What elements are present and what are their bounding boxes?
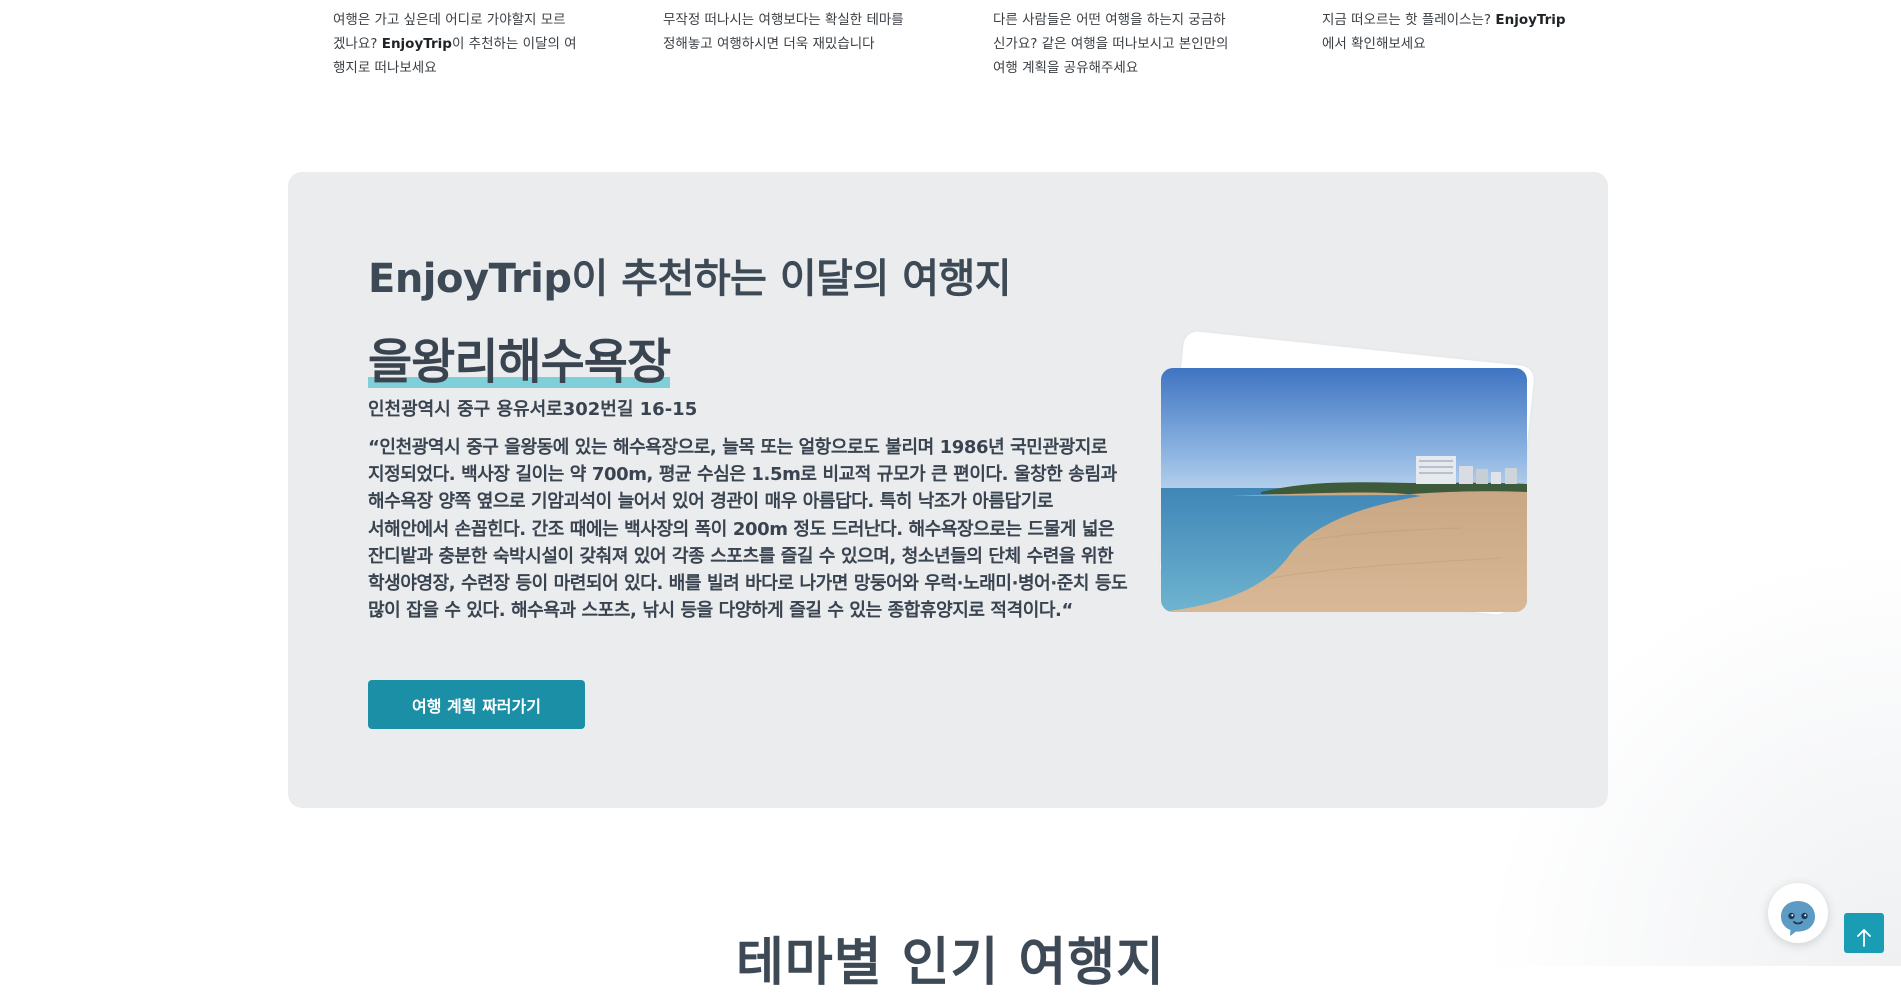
beach-photo bbox=[1161, 368, 1527, 612]
feature-text: 에서 확인해보세요 bbox=[1322, 36, 1426, 52]
make-travel-plan-button[interactable]: 여행 계획 짜러가기 bbox=[368, 680, 585, 729]
feature-text-hotplace: 지금 떠오르는 핫 플레이스는? EnjoyTrip 에서 확인해보세요 bbox=[1322, 8, 1567, 56]
place-address: 인천광역시 중구 용유서로302번길 16-15 bbox=[368, 399, 698, 420]
place-name: 을왕리해수욕장 bbox=[368, 322, 671, 392]
monthly-recommendation-card: EnjoyTrip이 추천하는 이달의 여행지 을왕리해수욕장 인천광역시 중구… bbox=[288, 172, 1608, 808]
feature-text: 다른 사람들은 어떤 여행을 하는지 궁금하신가요? 같은 여행을 떠나보시고 … bbox=[993, 12, 1229, 76]
chatbot-button[interactable] bbox=[1768, 883, 1828, 943]
scroll-to-top-button[interactable] bbox=[1844, 913, 1884, 953]
feature-text: 지금 떠오르는 핫 플레이스는? bbox=[1322, 12, 1496, 28]
place-description: “인천광역시 중구 을왕동에 있는 해수욕장으로, 늘목 또는 얼항으로도 불리… bbox=[368, 437, 1128, 622]
recommendation-heading: EnjoyTrip이 추천하는 이달의 여행지 bbox=[368, 256, 1012, 302]
theme-popular-section-title: 테마별 인기 여행지 bbox=[736, 933, 1165, 993]
feature-text-recommend: 여행은 가고 싶은데 어디로 가야할지 모르겠나요? EnjoyTrip이 추천… bbox=[333, 8, 578, 80]
feature-text: 무작정 떠나시는 여행보다는 확실한 테마를 정해놓고 여행하시면 더욱 재밌습… bbox=[663, 12, 904, 52]
place-name-wrapper: 을왕리해수욕장 bbox=[368, 322, 671, 390]
feature-text-share: 다른 사람들은 어떤 여행을 하는지 궁금하신가요? 같은 여행을 떠나보시고 … bbox=[993, 8, 1238, 80]
chatbot-icon bbox=[1781, 900, 1815, 936]
features-section: 여행은 가고 싶은데 어디로 가야할지 모르겠나요? EnjoyTrip이 추천… bbox=[333, 8, 1663, 86]
brand-name: EnjoyTrip bbox=[381, 36, 452, 52]
brand-name: EnjoyTrip bbox=[1495, 12, 1566, 28]
place-photo-stack bbox=[1158, 330, 1541, 624]
feature-text-theme: 무작정 떠나시는 여행보다는 확실한 테마를 정해놓고 여행하시면 더욱 재밌습… bbox=[663, 8, 908, 56]
arrow-up-icon bbox=[1857, 928, 1871, 947]
